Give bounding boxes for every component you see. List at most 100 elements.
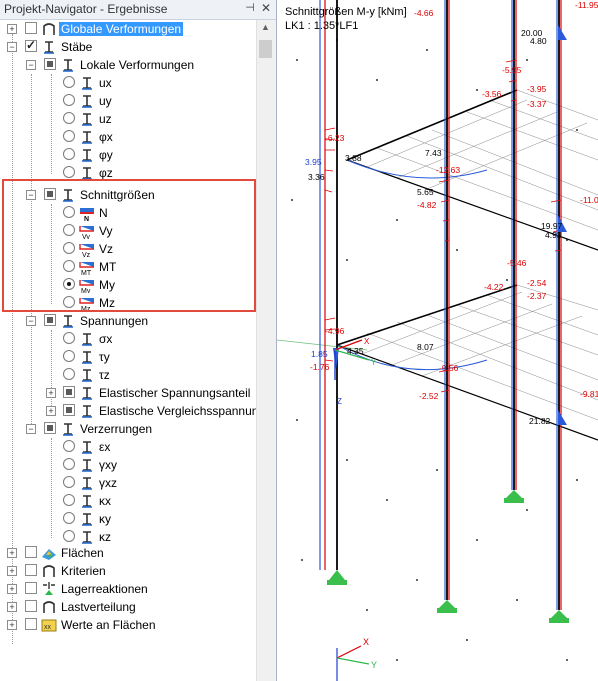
- tree-item-lagerreaktionen[interactable]: + Lagerreaktionen: [0, 580, 256, 598]
- result-value: -2.54: [527, 278, 547, 288]
- tree-item-gamma-xz[interactable]: γxz: [0, 474, 256, 492]
- tree-item-label: εx: [99, 440, 111, 454]
- checkbox[interactable]: [25, 600, 37, 612]
- radio-button[interactable]: [63, 130, 75, 142]
- tree-item-label: Elastische Vergleichsspannung: [99, 404, 256, 418]
- tree-item-uz[interactable]: uz: [0, 110, 256, 128]
- checkbox[interactable]: [25, 38, 37, 52]
- load-case-caption: LK1 : 1.35*LF1: [285, 20, 359, 32]
- expand-icon[interactable]: +: [7, 24, 17, 34]
- radio-button[interactable]: [63, 458, 75, 470]
- tree-item-werte-an-flaechen[interactable]: + xx Werte an Flächen: [0, 616, 256, 634]
- collapse-icon[interactable]: −: [26, 424, 36, 434]
- checkbox[interactable]: [44, 422, 56, 434]
- surface-icon: [41, 545, 57, 561]
- member-icon: [79, 75, 95, 91]
- navigator-scrollbar[interactable]: ▲: [256, 20, 276, 681]
- tree-item-label: φx: [99, 130, 113, 144]
- tree-item-kappa-x[interactable]: κx: [0, 492, 256, 510]
- result-value: -11.95: [575, 0, 598, 10]
- radio-button[interactable]: [63, 112, 75, 124]
- tree-item-ux[interactable]: ux: [0, 74, 256, 92]
- checkbox[interactable]: [25, 546, 37, 558]
- tree-item-label: Lokale Verformungen: [80, 58, 195, 72]
- expand-icon[interactable]: +: [7, 620, 17, 630]
- tree-item-spannungen[interactable]: − Spannungen: [0, 312, 256, 330]
- tree-item-uy[interactable]: uy: [0, 92, 256, 110]
- result-value: -11.01: [580, 195, 598, 205]
- checkbox[interactable]: [63, 404, 75, 416]
- tree-item-verzerrungen[interactable]: − Verzerrungen: [0, 420, 256, 438]
- expand-icon[interactable]: +: [7, 584, 17, 594]
- expand-icon[interactable]: +: [46, 406, 56, 416]
- graphics-viewport[interactable]: X Y Z X Y -4.66 -11.95 20.00 4.80 -5.95 …: [277, 0, 598, 681]
- result-value: -3.56: [482, 89, 502, 99]
- tree-item-label: Lastverteilung: [61, 600, 136, 614]
- result-value: -2.52: [419, 391, 439, 401]
- collapse-icon[interactable]: −: [7, 42, 17, 52]
- tree-item-elastische-vergleichsspannung[interactable]: + Elastische Vergleichsspannung: [0, 402, 256, 420]
- checkbox[interactable]: [44, 314, 56, 326]
- scroll-up-arrow-icon[interactable]: ▲: [261, 22, 270, 32]
- collapse-icon[interactable]: −: [26, 60, 36, 70]
- expand-icon[interactable]: +: [7, 602, 17, 612]
- tree-item-label: γxy: [99, 458, 117, 472]
- radio-button[interactable]: [63, 530, 75, 542]
- tree-item-label: Globale Verformungen: [59, 22, 184, 36]
- radio-button[interactable]: [63, 494, 75, 506]
- tree-item-staebe[interactable]: − Stäbe: [0, 38, 256, 56]
- expand-icon[interactable]: +: [7, 566, 17, 576]
- checkbox[interactable]: [25, 582, 37, 594]
- radio-button[interactable]: [63, 148, 75, 160]
- tree-item-lastverteilung[interactable]: + Lastverteilung: [0, 598, 256, 616]
- pin-icon[interactable]: ⊣: [243, 1, 257, 17]
- tree-item-label: τy: [99, 350, 110, 364]
- radio-button[interactable]: [63, 512, 75, 524]
- member-icon: [60, 57, 76, 73]
- radio-button[interactable]: [63, 332, 75, 344]
- close-icon[interactable]: ✕: [259, 1, 273, 17]
- tree-item-tau-y[interactable]: τy: [0, 348, 256, 366]
- radio-button[interactable]: [63, 94, 75, 106]
- tree-item-tau-z[interactable]: τz: [0, 366, 256, 384]
- checkbox[interactable]: [25, 564, 37, 576]
- tree-item-phix[interactable]: φx: [0, 128, 256, 146]
- result-value: 21.82: [529, 416, 551, 426]
- tree-item-flaechen[interactable]: + Flächen: [0, 544, 256, 562]
- member-icon: [79, 457, 95, 473]
- result-value: -6.23: [325, 133, 345, 143]
- tree-item-sigma-x[interactable]: σx: [0, 330, 256, 348]
- global-axes-icon: X Y: [336, 637, 377, 681]
- tree-item-lokale-verformungen[interactable]: − Lokale Verformungen: [0, 56, 256, 74]
- checkbox[interactable]: [63, 386, 75, 398]
- radio-button[interactable]: [63, 166, 75, 178]
- radio-button[interactable]: [63, 368, 75, 380]
- tree-item-kriterien[interactable]: + Kriterien: [0, 562, 256, 580]
- radio-button[interactable]: [63, 476, 75, 488]
- member-icon: [60, 313, 76, 329]
- svg-text:xx: xx: [44, 624, 52, 631]
- tree-item-elastischer-spannungsanteil[interactable]: + Elastischer Spannungsanteil: [0, 384, 256, 402]
- tree-item-epsilon-x[interactable]: εx: [0, 438, 256, 456]
- radio-button[interactable]: [63, 440, 75, 452]
- radio-button[interactable]: [63, 76, 75, 88]
- expand-icon[interactable]: +: [7, 548, 17, 558]
- checkbox[interactable]: [44, 58, 56, 70]
- tree-item-phiy[interactable]: φy: [0, 146, 256, 164]
- tree-item-label: γxz: [99, 476, 117, 490]
- scrollbar-thumb[interactable]: [259, 40, 272, 58]
- expand-icon[interactable]: +: [46, 388, 56, 398]
- axis-z-label: Z: [337, 397, 342, 406]
- tree-item-label: τz: [99, 368, 110, 382]
- collapse-icon[interactable]: −: [26, 316, 36, 326]
- deformation-icon: [41, 21, 57, 37]
- member-icon: [79, 529, 95, 545]
- tree-item-label: σx: [99, 332, 113, 346]
- tree-item-gamma-xy[interactable]: γxy: [0, 456, 256, 474]
- radio-button[interactable]: [63, 350, 75, 362]
- checkbox[interactable]: [25, 618, 37, 630]
- tree-item-kappa-y[interactable]: κy: [0, 510, 256, 528]
- member-icon: [79, 385, 95, 401]
- checkbox[interactable]: [25, 22, 37, 34]
- tree-item-globale-verformungen[interactable]: + Globale Verformungen: [0, 20, 256, 38]
